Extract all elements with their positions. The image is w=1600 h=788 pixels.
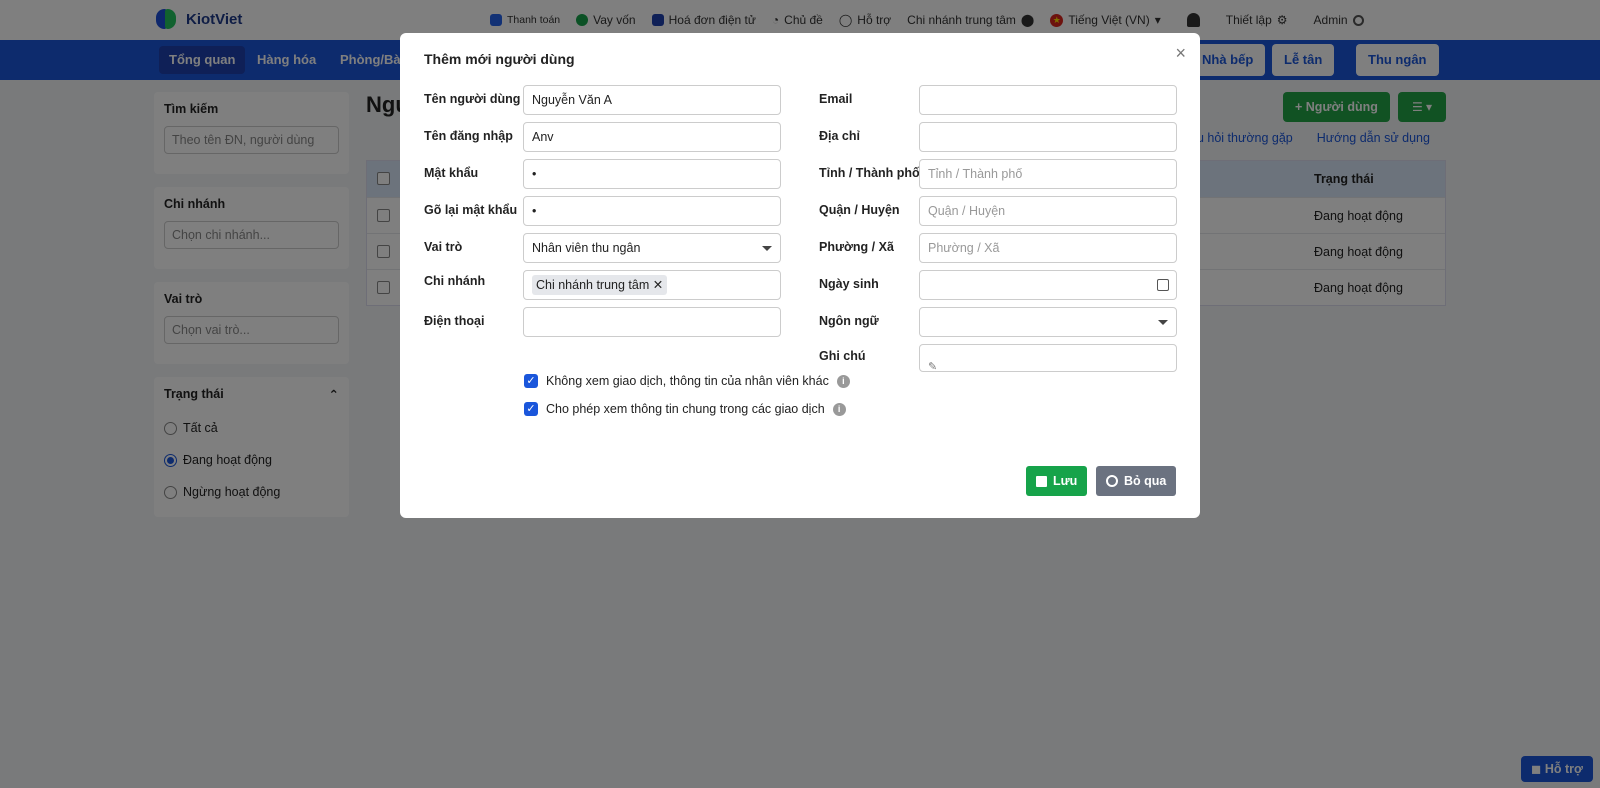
info-icon[interactable]: i [836,374,850,388]
branch-tag: Chi nhánh trung tâm ✕ [532,275,668,295]
branch-tag-label: Chi nhánh trung tâm [536,278,650,292]
add-user-dialog: Thêm mới người dùng × Tên người dùng Ngu… [400,33,1200,518]
role-select-value: Nhân viên thu ngân [532,241,641,255]
branch-multiselect[interactable]: Chi nhánh trung tâm ✕ [523,270,781,300]
save-icon [1036,475,1047,487]
info-icon[interactable]: i [832,402,846,416]
branch-label: Chi nhánh [424,274,486,288]
pencil-icon: ✎ [928,361,938,373]
phone-label: Điện thoại [424,314,485,328]
email-label: Email [819,92,853,106]
password-label: Mật khẩu [424,166,479,180]
language-label: Ngôn ngữ [819,314,879,328]
allow-common-info-label: Cho phép xem thông tin chung trong các g… [546,402,825,416]
province-label: Tỉnh / Thành phố [819,166,920,180]
chevron-down-icon [762,246,772,251]
save-button-label: Lưu [1053,474,1078,488]
role-label: Vai trò [424,240,463,254]
confirm-password-input[interactable]: • [523,196,781,226]
role-select[interactable]: Nhân viên thu ngân [523,233,781,263]
ward-input[interactable]: Phường / Xã [919,233,1177,263]
province-input[interactable]: Tỉnh / Thành phố [919,159,1177,189]
close-icon[interactable]: × [1175,43,1186,64]
checkbox-checked-icon[interactable]: ✓ [524,374,538,388]
chevron-down-icon [1158,320,1168,325]
cancel-button-label: Bỏ qua [1124,474,1167,488]
district-label: Quận / Huyện [819,203,900,217]
restrict-view-option[interactable]: ✓ Không xem giao dịch, thông tin của nhâ… [524,374,850,388]
confirm-password-label: Gõ lại mật khẩu [424,203,518,217]
allow-common-info-option[interactable]: ✓ Cho phép xem thông tin chung trong các… [524,402,846,416]
note-label: Ghi chú [819,349,866,363]
birthday-input[interactable] [919,270,1177,300]
save-button[interactable]: Lưu [1026,466,1088,496]
cancel-button[interactable]: Bỏ qua [1096,466,1177,496]
username-label: Tên đăng nhập [424,129,513,143]
ward-label: Phường / Xã [819,240,894,254]
dialog-title: Thêm mới người dùng [424,51,575,67]
language-select[interactable] [919,307,1177,337]
password-input[interactable]: • [523,159,781,189]
phone-input[interactable] [523,307,781,337]
birthday-label: Ngày sinh [819,277,879,291]
remove-tag-icon[interactable]: ✕ [653,278,663,292]
address-label: Địa chỉ [819,129,860,143]
username-input[interactable]: Anv [523,122,781,152]
note-input[interactable]: ✎ [919,344,1177,373]
checkbox-checked-icon[interactable]: ✓ [524,402,538,416]
email-input[interactable] [919,85,1177,115]
address-input[interactable] [919,122,1177,152]
user-name-input[interactable]: Nguyễn Văn A [523,85,781,115]
calendar-icon[interactable] [1157,279,1169,291]
ban-icon [1106,475,1118,487]
restrict-view-label: Không xem giao dịch, thông tin của nhân … [546,374,829,388]
district-input[interactable]: Quận / Huyện [919,196,1177,226]
name-label: Tên người dùng [424,92,521,106]
